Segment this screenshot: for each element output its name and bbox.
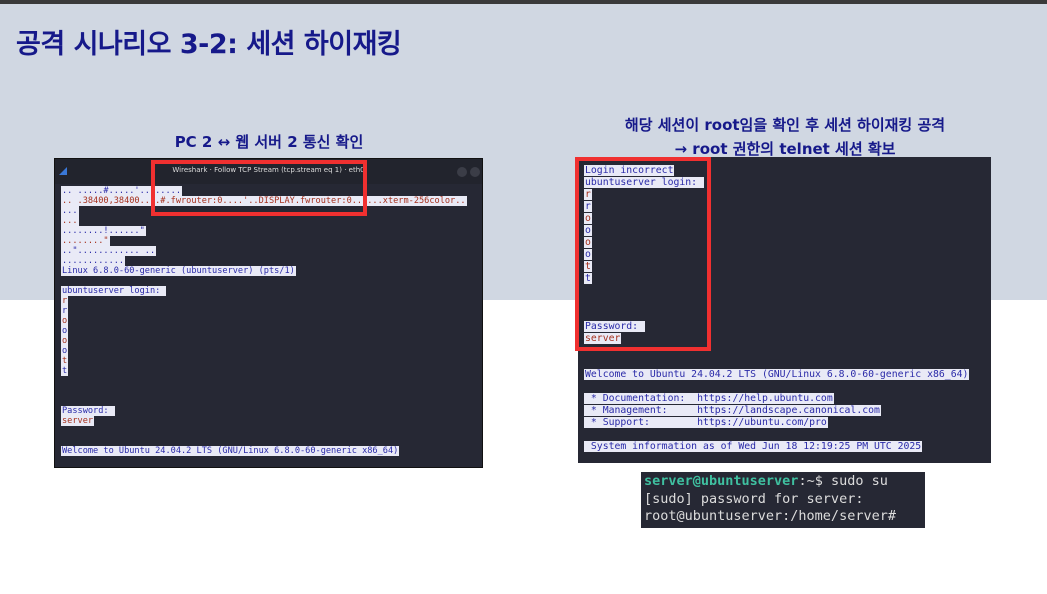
shell-terminal: server@ubuntuserver:~$ sudo su [sudo] pas… xyxy=(641,472,925,528)
stream-text: o xyxy=(61,326,69,336)
stream-text: Linux 6.8.0-60-generic (ubuntuserver) (p… xyxy=(61,266,296,276)
stream-text: ............ xyxy=(61,256,126,266)
stream-line: ........!......" xyxy=(61,226,146,236)
stream-text: server xyxy=(61,416,95,426)
stream-line: System information as of Wed Jun 18 12:1… xyxy=(584,441,923,453)
right-caption-line1: 해당 세션이 root임을 확인 후 세션 하이재킹 공격 xyxy=(624,116,946,134)
highlight-box-display xyxy=(151,160,367,216)
right-caption: 해당 세션이 root임을 확인 후 세션 하이재킹 공격 → root 권한의… xyxy=(560,113,1010,161)
stream-text: o xyxy=(61,336,69,346)
stream-text: Password: xyxy=(61,406,115,416)
slide-title: 공격 시나리오 3-2: 세션 하이재킹 xyxy=(16,29,402,60)
stream-text: ........!......" xyxy=(61,226,146,236)
stream-text: ... xyxy=(61,206,79,216)
highlight-box-login xyxy=(575,157,711,351)
stream-line: Password: xyxy=(61,406,115,416)
stream-text: t xyxy=(61,356,69,366)
stream-line: o xyxy=(61,316,69,326)
left-caption: PC 2 ↔ 웹 서버 2 통신 확인 xyxy=(174,133,364,151)
stream-line: * Support: https://ubuntu.com/pro xyxy=(584,417,828,429)
stream-line: ubuntuserver login: xyxy=(61,286,167,296)
stream-text: System information as of Wed Jun 18 12:1… xyxy=(584,441,923,452)
stream-line: ... xyxy=(61,216,79,226)
close-button[interactable] xyxy=(470,167,480,177)
stream-text: t xyxy=(61,366,69,376)
minimize-button[interactable] xyxy=(457,167,467,177)
stream-line: t xyxy=(61,366,69,376)
stream-text: * Documentation: https://help.ubuntu.com xyxy=(584,393,834,404)
stream-text: Welcome to Ubuntu 24.04.2 LTS (GNU/Linux… xyxy=(61,446,400,456)
stream-text: * Support: https://ubuntu.com/pro xyxy=(584,417,828,428)
shell-line-1: server@ubuntuserver:~$ sudo su xyxy=(644,473,922,491)
stream-line: r xyxy=(61,306,69,316)
stream-line: o xyxy=(61,346,69,356)
stream-line: * Management: https://landscape.canonica… xyxy=(584,405,881,417)
stream-text: * Management: https://landscape.canonica… xyxy=(584,405,881,416)
stream-line: Welcome to Ubuntu 24.04.2 LTS (GNU/Linux… xyxy=(584,369,970,381)
prompt-command: :~$ sudo su xyxy=(798,473,888,489)
stream-line: .."............ .. xyxy=(61,246,157,256)
prompt-user: server@ubuntuserver xyxy=(644,473,799,489)
stream-line: Linux 6.8.0-60-generic (ubuntuserver) (p… xyxy=(61,266,296,276)
stream-line: Welcome to Ubuntu 24.04.2 LTS (GNU/Linux… xyxy=(61,446,400,456)
stream-text: r xyxy=(61,296,69,306)
stream-line: o xyxy=(61,336,69,346)
stream-text: Welcome to Ubuntu 24.04.2 LTS (GNU/Linux… xyxy=(584,369,970,380)
stream-line: server xyxy=(61,416,95,426)
stream-text: ... xyxy=(61,216,79,226)
stream-line: o xyxy=(61,326,69,336)
stream-line: ........" xyxy=(61,236,110,246)
stream-line: * Documentation: https://help.ubuntu.com xyxy=(584,393,834,405)
stream-line: ............ xyxy=(61,256,126,266)
stream-line: t xyxy=(61,356,69,366)
stream-line: r xyxy=(61,296,69,306)
shell-line-2: [sudo] password for server: xyxy=(644,490,864,507)
stream-text: ubuntuserver login: xyxy=(61,286,167,296)
stream-text: .."............ .. xyxy=(61,246,157,256)
stream-text: o xyxy=(61,346,69,356)
stream-line: ... xyxy=(61,206,79,216)
shell-line-3: root@ubuntuserver:/home/server# xyxy=(644,508,896,524)
stream-text: r xyxy=(61,306,69,316)
stream-text: o xyxy=(61,316,69,326)
stream-text: ........" xyxy=(61,236,110,246)
